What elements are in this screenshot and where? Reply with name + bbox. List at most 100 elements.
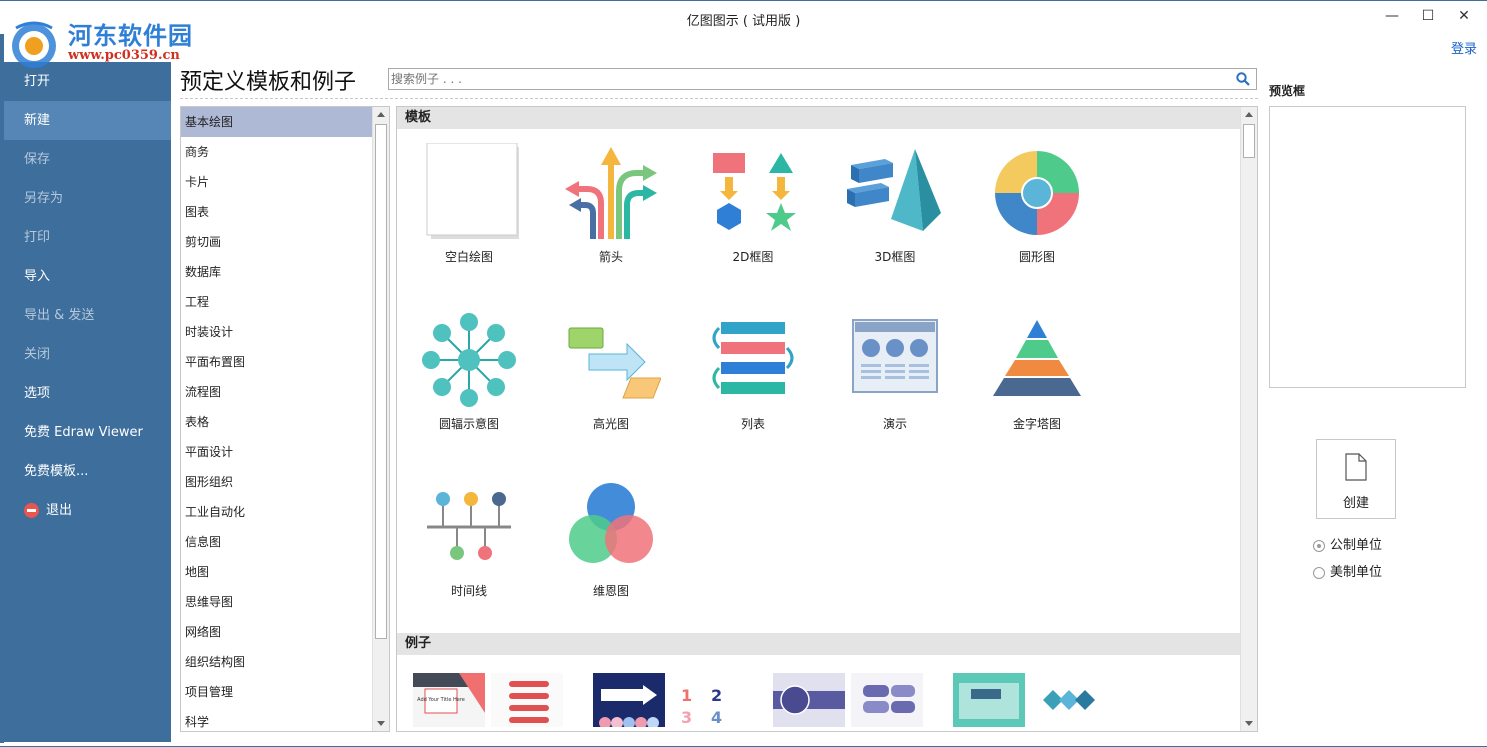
scroll-down-icon[interactable] — [373, 715, 389, 731]
maximize-button[interactable]: ☐ — [1413, 5, 1443, 27]
3d-block-icon — [847, 149, 941, 231]
template-venn[interactable]: 维恩图 — [541, 477, 681, 627]
list-icon — [712, 322, 794, 394]
nav-free-viewer[interactable]: 免费 Edraw Viewer — [4, 413, 171, 452]
nav-save-as[interactable]: 另存为 — [4, 179, 171, 218]
search-icon[interactable] — [1236, 72, 1250, 86]
svg-text:1: 1 — [681, 686, 692, 705]
timeline-icon — [427, 492, 511, 560]
example-thumbnail[interactable]: Add Your Title Here — [413, 673, 563, 727]
scroll-up-icon[interactable] — [1241, 107, 1257, 123]
template-presentation[interactable]: 演示 — [825, 310, 965, 460]
category-item[interactable]: 数据库 — [181, 257, 373, 287]
example-thumbnail[interactable] — [773, 673, 923, 727]
template-label: 圆辐示意图 — [438, 417, 499, 431]
category-item[interactable]: 平面设计 — [181, 437, 373, 467]
minimize-button[interactable]: — — [1377, 5, 1407, 27]
category-item[interactable]: 剪切画 — [181, 227, 373, 257]
create-label: 创建 — [1342, 496, 1369, 511]
login-link[interactable]: 登录 — [1451, 38, 1477, 57]
title-bar: 亿图图示 ( 试用版 ) — ☐ ✕ — [0, 0, 1487, 34]
nav-free-templates[interactable]: 免费模板... — [4, 452, 171, 491]
template-2d-block[interactable]: 2D框图 — [683, 143, 823, 293]
category-item[interactable]: 图表 — [181, 197, 373, 227]
page-title: 预定义模板和例子 — [180, 70, 357, 95]
category-item[interactable]: 平面布置图 — [181, 347, 373, 377]
category-item[interactable]: 图形组织 — [181, 467, 373, 497]
left-nav: 打开 新建 保存 另存为 打印 导入 导出 & 发送 关闭 选项 免费 Edra… — [4, 62, 171, 742]
template-label: 空白绘图 — [444, 250, 493, 264]
highlight-diagram-icon — [568, 327, 661, 399]
category-scrollbar[interactable] — [372, 107, 389, 731]
nav-import[interactable]: 导入 — [4, 257, 171, 296]
pyramid-icon — [993, 320, 1081, 396]
scroll-down-icon[interactable] — [1241, 715, 1257, 731]
category-item[interactable]: 科学 — [181, 707, 373, 731]
create-button[interactable]: 创建 — [1316, 439, 1396, 519]
scroll-up-icon[interactable] — [373, 107, 389, 123]
circle-chart-icon — [995, 151, 1079, 235]
category-item[interactable]: 表格 — [181, 407, 373, 437]
category-item[interactable]: 基本绘图 — [181, 107, 373, 137]
category-item[interactable]: 组织结构图 — [181, 647, 373, 677]
nav-print[interactable]: 打印 — [4, 218, 171, 257]
category-item[interactable]: 时装设计 — [181, 317, 373, 347]
close-button[interactable]: ✕ — [1449, 5, 1479, 27]
category-item[interactable]: 卡片 — [181, 167, 373, 197]
category-list: 基本绘图 商务 卡片 图表 剪切画 数据库 工程 时装设计 平面布置图 流程图 表格 平面设计 图形组织… — [180, 106, 390, 732]
nav-new[interactable]: 新建 — [4, 101, 171, 140]
template-timeline[interactable]: 时间线 — [399, 477, 539, 627]
example-thumb-text: Add Your Title Here — [417, 697, 465, 703]
category-item[interactable]: 项目管理 — [181, 677, 373, 707]
unit-imperial-label: 美制单位 — [1330, 565, 1383, 580]
category-item[interactable]: 信息图 — [181, 527, 373, 557]
example-thumbnail[interactable] — [953, 673, 1103, 727]
category-item[interactable]: 流程图 — [181, 377, 373, 407]
template-3d-block[interactable]: 3D框图 — [825, 143, 965, 293]
template-scrollbar[interactable] — [1240, 107, 1257, 731]
template-pyramid[interactable]: 金字塔图 — [967, 310, 1107, 460]
template-label: 演示 — [882, 417, 907, 431]
radio-imperial[interactable] — [1313, 567, 1325, 579]
examples-section-title: 例子 — [397, 633, 1241, 655]
header-divider — [180, 98, 1258, 99]
window-frame-bottom — [0, 743, 1487, 747]
category-item[interactable]: 工业自动化 — [181, 497, 373, 527]
2d-block-icon — [713, 153, 796, 231]
template-blank-drawing[interactable]: 空白绘图 — [399, 143, 539, 293]
category-item[interactable]: 地图 — [181, 557, 373, 587]
category-item[interactable]: 工程 — [181, 287, 373, 317]
scroll-thumb[interactable] — [375, 124, 387, 639]
example-thumbnail[interactable]: 1 2 3 4 — [593, 673, 743, 727]
category-item[interactable]: 思维导图 — [181, 587, 373, 617]
templates-section-title: 模板 — [397, 107, 1241, 129]
template-label: 箭头 — [598, 250, 623, 264]
template-radial-diagram[interactable]: 圆辐示意图 — [399, 310, 539, 460]
nav-options[interactable]: 选项 — [4, 374, 171, 413]
exit-icon — [24, 503, 39, 518]
venn-icon — [569, 483, 653, 563]
search-input[interactable] — [391, 70, 1221, 88]
scroll-thumb[interactable] — [1243, 124, 1255, 158]
nav-save[interactable]: 保存 — [4, 140, 171, 179]
template-label: 圆形图 — [1018, 250, 1055, 264]
nav-export-send[interactable]: 导出 & 发送 — [4, 296, 171, 335]
blank-drawing-icon — [426, 143, 519, 239]
template-circle-chart[interactable]: 圆形图 — [967, 143, 1107, 293]
watermark-site-name: 河东软件园 — [68, 21, 193, 50]
nav-exit[interactable]: 退出 — [4, 491, 171, 530]
template-list[interactable]: 列表 — [683, 310, 823, 460]
template-arrows[interactable]: 箭头 — [541, 143, 681, 293]
search-box — [388, 68, 1257, 90]
category-item[interactable]: 商务 — [181, 137, 373, 167]
radial-diagram-icon — [422, 313, 516, 407]
radio-metric[interactable] — [1313, 540, 1325, 552]
template-label: 高光图 — [592, 417, 629, 431]
svg-text:3: 3 — [681, 708, 692, 727]
template-label: 3D框图 — [874, 250, 916, 264]
nav-close[interactable]: 关闭 — [4, 335, 171, 374]
category-item[interactable]: 网络图 — [181, 617, 373, 647]
template-highlight-diagram[interactable]: 高光图 — [541, 310, 681, 460]
nav-exit-label: 退出 — [46, 503, 73, 518]
template-panel: 模板 空白绘图 箭头 2D框图 3D框图 圆形图 圆辐示意图 高光图 列表 演示… — [396, 106, 1258, 732]
